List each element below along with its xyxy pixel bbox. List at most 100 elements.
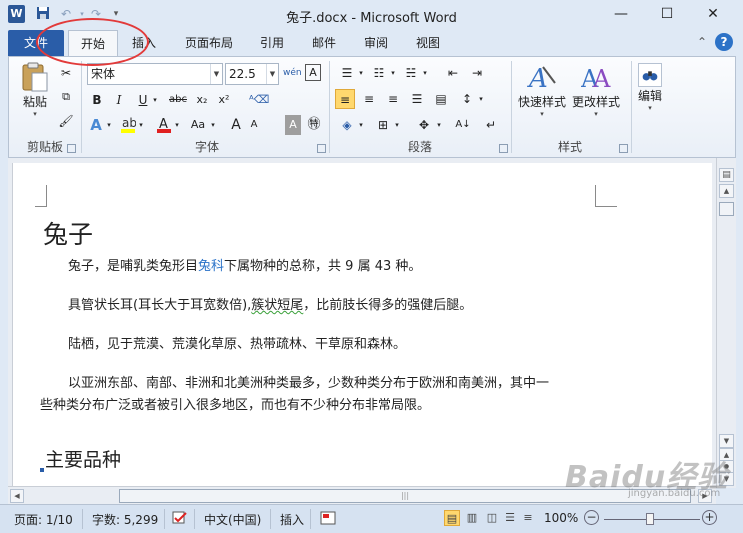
chevron-down-icon[interactable]: ▾ [357,63,365,83]
paste-button[interactable]: 粘贴 ▾ [15,61,55,118]
tab-file[interactable]: 文件 [8,30,64,56]
shading-icon[interactable]: ◈ [337,115,357,135]
enclose-characters-icon[interactable]: ㊕ [305,115,323,135]
strikethrough-button[interactable]: abc [167,90,189,110]
chevron-down-icon[interactable]: ▼ [266,64,278,84]
proofing-icon[interactable] [172,511,188,528]
borders-icon[interactable]: ⊞ [373,115,393,135]
decrease-indent-icon[interactable]: ⇤ [443,63,463,83]
bullets-icon[interactable]: ☰ [337,63,357,83]
draft-view-icon[interactable]: ≡ [520,510,536,526]
print-layout-view-icon[interactable]: ▤ [444,510,460,526]
clear-formatting-icon[interactable]: ᴬ⌫ [249,90,269,110]
document-page[interactable]: 兔子 兔子，是哺乳类兔形目兔科下属物种的总称，共 9 属 43 种。 具管状长耳… [12,163,712,486]
web-layout-view-icon[interactable]: ◫ [484,510,500,526]
grammar-flag[interactable]: 簇状短尾 [251,298,303,313]
styles-launcher-icon[interactable] [619,144,628,153]
format-painter-icon[interactable]: 🖌 [57,111,75,131]
ruler-toggle-icon[interactable]: ▤ [719,168,734,182]
tab-home[interactable]: 开始 [68,30,118,56]
macro-record-icon[interactable] [320,511,336,528]
chevron-down-icon[interactable]: ▾ [393,115,401,135]
phonetic-guide-button[interactable]: wén [283,63,302,83]
italic-button[interactable]: I [111,90,127,110]
hyperlink[interactable]: 兔科 [198,259,224,274]
character-border-icon[interactable]: A [305,64,321,81]
grow-font-button[interactable]: A [229,115,243,135]
quick-styles-button[interactable]: A 快速样式 ▾ [515,61,569,118]
vertical-scrollbar[interactable]: ▤ ▲ ▼ ▲ ● ▼ [716,158,736,488]
shrink-font-button[interactable]: A [247,115,261,135]
justify-icon[interactable]: ☰ [407,89,427,109]
increase-indent-icon[interactable]: ⇥ [467,63,487,83]
line-spacing-icon[interactable]: ↕ [457,89,477,109]
cut-icon[interactable]: ✂ [57,63,75,83]
align-left-icon[interactable]: ≡ [335,89,355,109]
underline-dropdown-icon[interactable]: ▾ [151,90,159,110]
font-launcher-icon[interactable] [317,144,326,153]
chevron-down-icon[interactable]: ▾ [389,63,397,83]
subscript-button[interactable]: x₂ [193,90,211,110]
collapse-ribbon-icon[interactable]: ⌃ [697,35,707,49]
numbering-icon[interactable]: ☷ [369,63,389,83]
chevron-down-icon[interactable]: ▾ [569,110,623,118]
outline-view-icon[interactable]: ☰ [502,510,518,526]
paste-dropdown-icon[interactable]: ▾ [15,110,55,118]
chinese-layout-icon[interactable]: ✥ [413,115,435,135]
align-right-icon[interactable]: ≡ [383,89,403,109]
bold-button[interactable]: B [89,90,105,110]
text-effects-icon[interactable]: A [87,115,105,135]
chevron-down-icon[interactable]: ▾ [137,115,145,135]
full-screen-view-icon[interactable]: ▥ [464,510,480,526]
status-insert-mode[interactable]: 插入 [280,511,304,528]
status-word-count[interactable]: 字数: 5,299 [92,511,158,528]
minimize-button[interactable]: — [598,0,644,28]
status-language[interactable]: 中文(中国) [204,511,261,528]
chevron-down-icon[interactable]: ▼ [210,64,222,84]
chevron-down-icon[interactable]: ▾ [173,115,181,135]
zoom-level[interactable]: 100% [544,511,578,525]
zoom-in-button[interactable]: + [702,510,717,525]
font-color-icon[interactable]: A [155,115,173,135]
character-shading-icon[interactable]: A [285,115,301,135]
status-page[interactable]: 页面: 1/10 [14,511,73,528]
tab-mailings[interactable]: 邮件 [304,30,344,56]
align-center-icon[interactable]: ≡ [359,89,379,109]
copy-icon[interactable]: ⧉ [57,87,75,107]
font-size-select[interactable]: 22.5 ▼ [225,63,279,85]
show-marks-icon[interactable]: ↵ [481,115,501,135]
underline-button[interactable]: U [135,90,151,110]
tab-review[interactable]: 审阅 [356,30,396,56]
tab-insert[interactable]: 插入 [124,30,164,56]
scroll-left-icon[interactable]: ◀ [10,489,24,503]
scroll-down-icon[interactable]: ▼ [719,434,734,448]
zoom-out-button[interactable]: − [584,510,599,525]
scroll-up-icon[interactable]: ▲ [719,184,734,198]
editing-button[interactable]: 编辑 ▾ [633,61,667,112]
highlight-icon[interactable]: ab [119,115,137,135]
chevron-down-icon[interactable]: ▾ [435,115,443,135]
chevron-down-icon[interactable]: ▾ [209,115,217,135]
tab-references[interactable]: 引用 [252,30,292,56]
chevron-down-icon[interactable]: ▾ [105,115,113,135]
close-button[interactable]: ✕ [690,0,736,28]
help-icon[interactable]: ? [715,33,733,51]
chevron-down-icon[interactable]: ▾ [477,89,485,109]
chevron-down-icon[interactable]: ▾ [357,115,365,135]
paragraph-launcher-icon[interactable] [499,144,508,153]
change-styles-button[interactable]: A A 更改样式 ▾ [569,61,623,118]
zoom-slider-thumb[interactable] [646,513,654,525]
distributed-icon[interactable]: ▤ [431,89,451,109]
sort-icon[interactable]: A↓ [453,115,473,135]
scroll-thumb[interactable] [719,202,734,216]
chevron-down-icon[interactable]: ▾ [633,104,667,112]
chevron-down-icon[interactable]: ▾ [515,110,569,118]
chevron-down-icon[interactable]: ▾ [421,63,429,83]
tab-view[interactable]: 视图 [408,30,448,56]
tab-page-layout[interactable]: 页面布局 [178,30,240,56]
superscript-button[interactable]: x² [215,90,233,110]
multilevel-list-icon[interactable]: ☵ [401,63,421,83]
change-case-button[interactable]: Aa [187,115,209,135]
document-area[interactable]: 兔子 兔子，是哺乳类兔形目兔科下属物种的总称，共 9 属 43 种。 具管状长耳… [8,158,716,486]
clipboard-launcher-icon[interactable] [67,144,76,153]
